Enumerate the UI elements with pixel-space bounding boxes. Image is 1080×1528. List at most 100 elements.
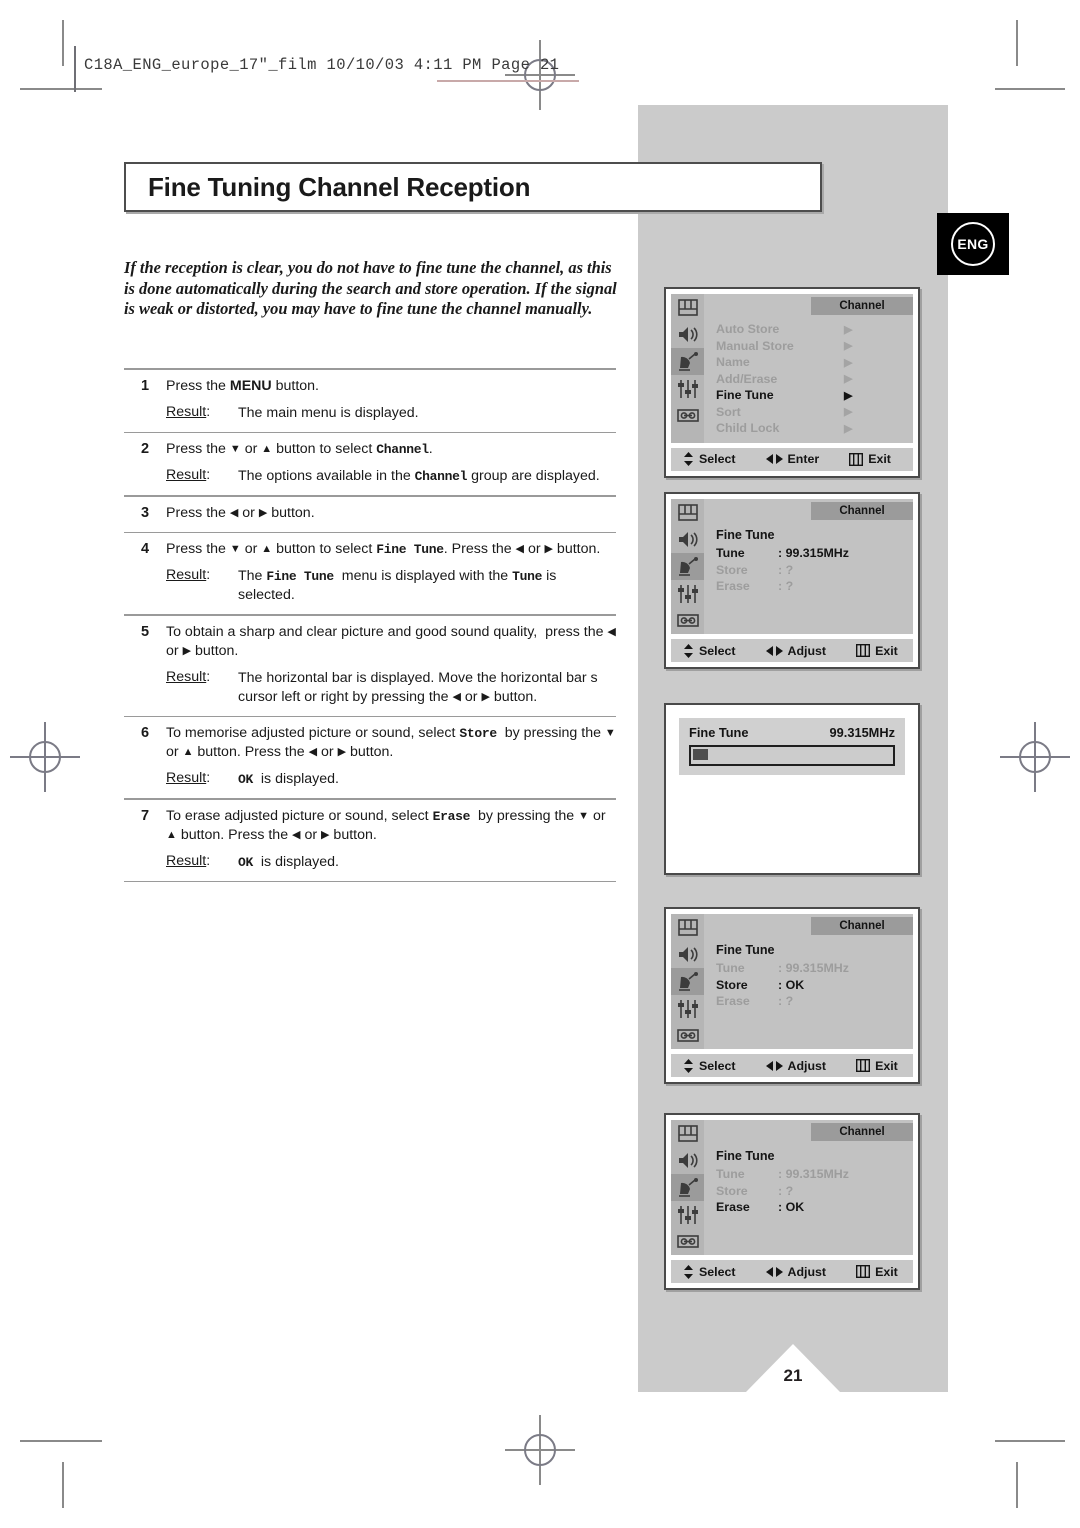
crop-mark-top-right-v [1016, 20, 1018, 66]
picture-icon[interactable] [671, 499, 704, 526]
setup-sliders-icon[interactable] [671, 995, 704, 1022]
step-number: 5 [140, 623, 150, 640]
osd-setting-row[interactable]: Store: OK [704, 978, 913, 995]
picture-icon[interactable] [671, 914, 704, 941]
step-number: 2 [140, 441, 150, 457]
osd-menu-item[interactable]: Child Lock ▶ [716, 420, 913, 437]
chevron-right-icon: ▶ [844, 422, 853, 435]
osd-section-heading: Fine Tune [716, 943, 775, 957]
step-number: 3 [140, 504, 150, 521]
page-number: 21 [783, 1366, 803, 1385]
osd-footer-item[interactable]: Adjust [765, 1058, 827, 1073]
crop-mark-bottom-left-h [20, 1440, 102, 1442]
chevron-right-icon: ▶ [844, 389, 853, 402]
osd-setting-value: : 99.315MHz [778, 546, 849, 560]
header-underline [437, 80, 579, 82]
osd-footer-item[interactable]: Select [683, 452, 736, 466]
page-title: Fine Tuning Channel Reception [148, 171, 531, 202]
osd-setting-row[interactable]: Erase: ? [704, 579, 913, 596]
sound-icon[interactable] [671, 526, 704, 553]
osd-setting-key: Store [716, 1183, 748, 1198]
fine-tune-slider-box: Fine Tune 99.315MHz [679, 718, 905, 775]
osd-setting-row[interactable]: Tune : 99.315MHz [704, 546, 913, 563]
osd-footer-item[interactable]: Adjust [765, 643, 827, 658]
step-result-label: Result: [166, 567, 211, 583]
slider-cursor[interactable] [693, 749, 708, 760]
crop-mark-bottom-right-v [1016, 1462, 1018, 1508]
osd-menu-item[interactable]: Add/Erase ▶ [716, 371, 913, 388]
setup-sliders-icon[interactable] [671, 1201, 704, 1228]
osd-panel-fine-tune-store: Channel Fine Tune Tune: 99.315MHz Store: OK… [664, 907, 920, 1084]
sound-icon[interactable] [671, 1147, 704, 1174]
feature-icon[interactable] [671, 607, 704, 634]
osd-menu-item[interactable]: Sort ▶ [716, 404, 913, 421]
osd-footer-glyph [683, 452, 694, 466]
osd-footer-item[interactable]: Exit [856, 1059, 898, 1073]
feature-icon[interactable] [671, 1228, 704, 1255]
osd-setting-row[interactable]: Store : ? [704, 563, 913, 580]
osd-setting-key: Tune [716, 1167, 745, 1181]
osd-setting-key: Tune [716, 546, 745, 560]
osd-footer-item[interactable]: Exit [849, 452, 891, 466]
step-item: 2 Press the ▼ or ▲ button to select Chann… [124, 433, 616, 495]
osd-menu-item[interactable]: Manual Store ▶ [716, 338, 913, 355]
channel-dish-icon[interactable] [671, 553, 704, 580]
step-instruction: Press the ▼ or ▲ button to select Channe… [166, 441, 433, 457]
osd-setting-value: : ? [778, 562, 794, 577]
osd-setting-row[interactable]: Erase : OK [704, 1200, 913, 1217]
sound-icon[interactable] [671, 321, 704, 348]
slider-track[interactable] [689, 745, 895, 766]
setup-sliders-icon[interactable] [671, 375, 704, 402]
osd-footer-item[interactable]: Exit [856, 644, 898, 658]
osd-footer-item[interactable]: Select [683, 643, 736, 658]
osd-menu-item[interactable]: Name ▶ [716, 354, 913, 371]
header-divider-rule [74, 46, 76, 92]
osd-setting-key: Store [716, 562, 748, 577]
step-instruction: Press the ▼ or ▲ button to select Fine T… [166, 541, 601, 557]
step-result-text: The horizontal bar is displayed. Move th… [238, 669, 598, 705]
osd-icon-column [671, 499, 704, 634]
osd-menu-item[interactable]: Fine Tune ▶ [716, 387, 913, 404]
osd-setting-row[interactable]: Tune: 99.315MHz [704, 961, 913, 978]
osd-main: Channel Auto Store ▶ Manual Store ▶ Name ▶ Add/… [704, 294, 913, 443]
osd-setting-value: : ? [778, 1183, 794, 1198]
osd-footer-label: Adjust [787, 643, 827, 658]
osd-footer-label: Exit [875, 1058, 898, 1073]
step-result-text: The Fine Tune menu is displayed with the… [238, 568, 557, 603]
osd-setting-row[interactable]: Erase: ? [704, 994, 913, 1011]
osd-footer-glyph [765, 645, 783, 657]
chevron-right-icon: ▶ [844, 356, 853, 369]
osd-setting-row[interactable]: Tune : 99.315MHz [704, 1167, 913, 1184]
osd-main: Channel Fine Tune Tune: 99.315MHz Store: OK… [704, 914, 913, 1049]
osd-menu-item-label: Manual Store [716, 338, 794, 353]
osd-footer-item[interactable]: Exit [856, 1265, 898, 1279]
picture-icon[interactable] [671, 1120, 704, 1147]
feature-icon[interactable] [671, 402, 704, 429]
channel-dish-icon[interactable] [671, 1174, 704, 1201]
osd-panel-channel-menu: Channel Auto Store ▶ Manual Store ▶ Name ▶ Add/… [664, 287, 920, 478]
osd-menu-item[interactable]: Auto Store ▶ [716, 321, 913, 338]
step-item: 6 To memorise adjusted picture or sound, … [124, 717, 616, 798]
osd-setting-value: : OK [778, 1200, 805, 1214]
osd-menu-item-label: Add/Erase [716, 371, 778, 386]
osd-footer-glyph [683, 1058, 694, 1073]
osd-footer-item[interactable]: Select [683, 1264, 736, 1279]
setup-sliders-icon[interactable] [671, 580, 704, 607]
osd-footer-label: Select [699, 1058, 736, 1073]
picture-icon[interactable] [671, 294, 704, 321]
osd-setting-key: Erase [716, 1200, 750, 1214]
osd-footer-label: Adjust [787, 1058, 827, 1073]
step-item: 7 To erase adjusted picture or sound, sel… [124, 800, 616, 881]
osd-footer-item[interactable]: Adjust [765, 1265, 826, 1279]
osd-setting-value: : 99.315MHz [778, 1167, 849, 1181]
osd-setting-row[interactable]: Store : ? [704, 1184, 913, 1201]
osd-footer: Select Adjust Exit [671, 1259, 913, 1283]
sound-icon[interactable] [671, 941, 704, 968]
channel-dish-icon[interactable] [671, 348, 704, 375]
osd-footer-item[interactable]: Select [683, 1058, 736, 1073]
osd-footer-item[interactable]: Enter [765, 452, 819, 466]
feature-icon[interactable] [671, 1022, 704, 1049]
crop-mark-bottom-right-h [995, 1440, 1065, 1442]
osd-title: Channel [811, 297, 913, 315]
channel-dish-icon[interactable] [671, 968, 704, 995]
